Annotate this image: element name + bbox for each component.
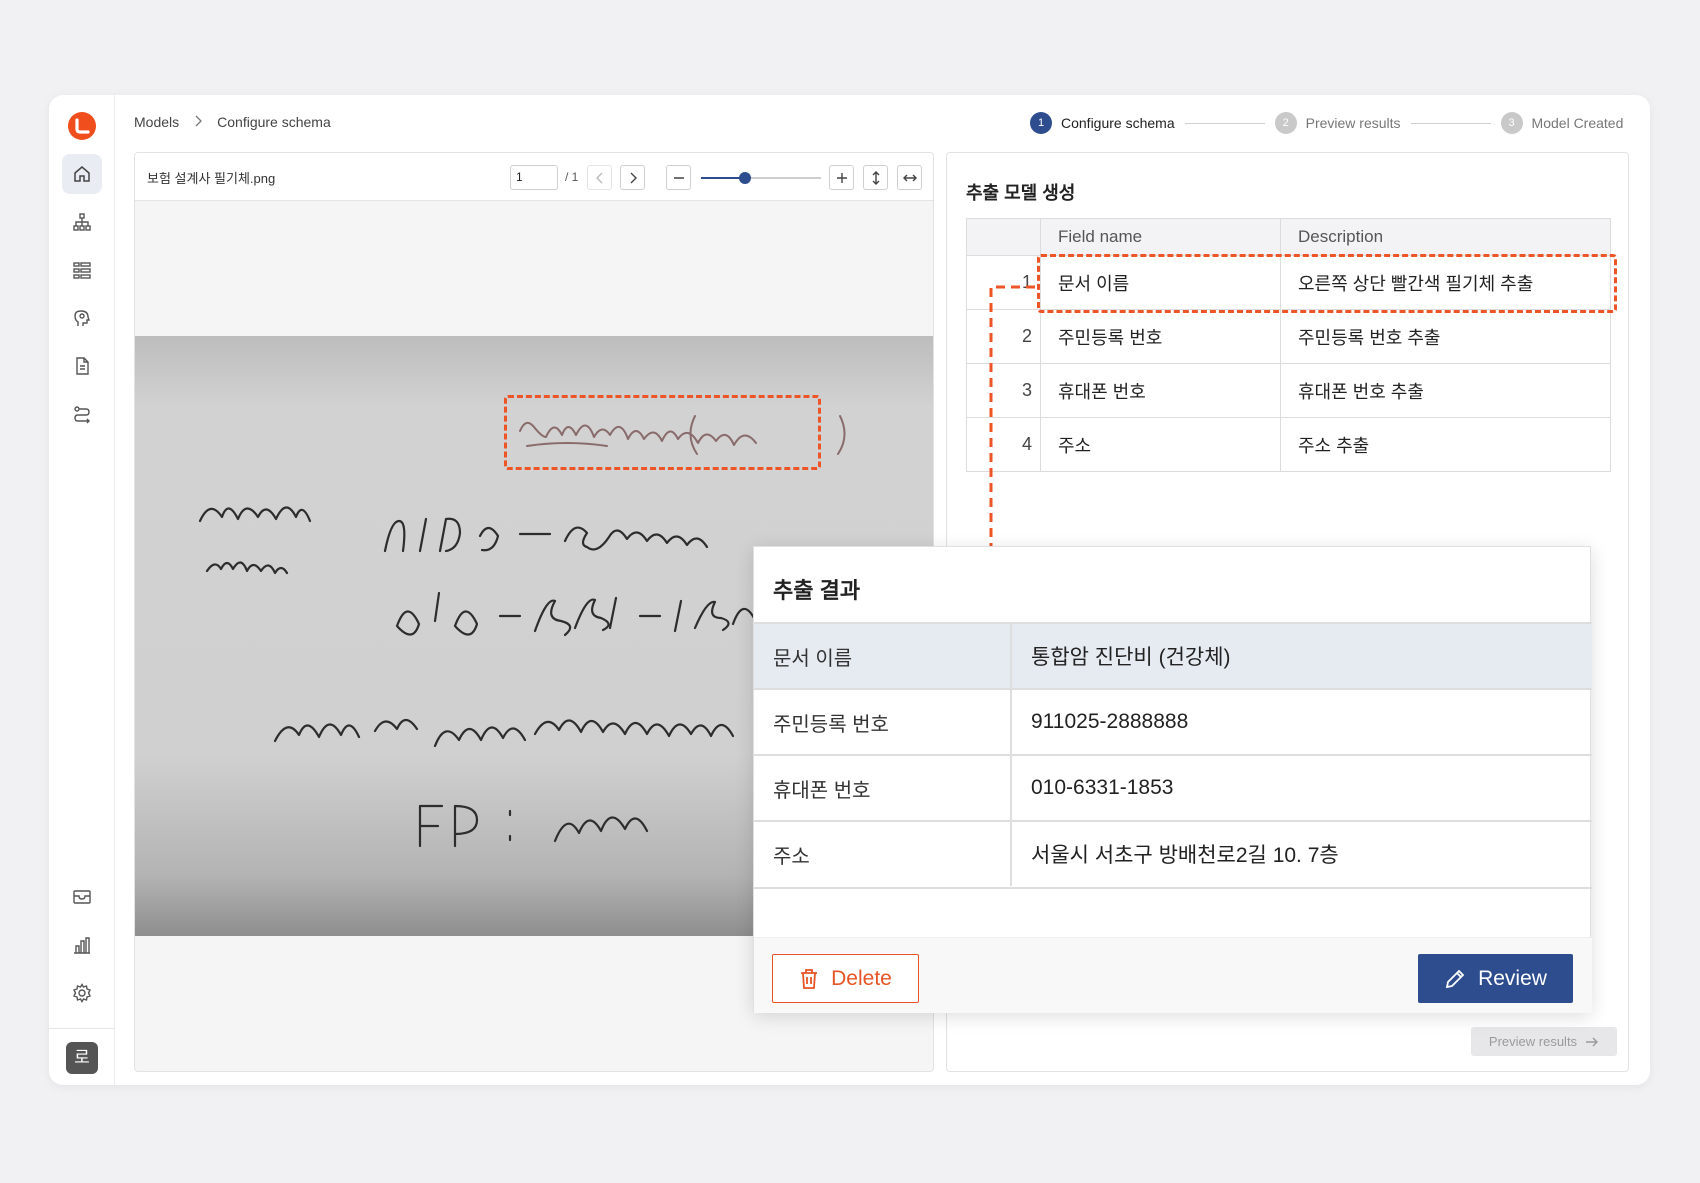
result-value: 서울시 서초구 방배천로2길 10. 7층: [1031, 844, 1339, 867]
result-key: 휴대폰 번호: [754, 756, 1012, 820]
nav-settings-icon[interactable]: [62, 973, 102, 1013]
schema-panel-title: 추출 모델 생성: [966, 183, 1076, 203]
delete-button[interactable]: Delete: [772, 954, 919, 1003]
description-cell[interactable]: 휴대폰 번호 추출: [1280, 363, 1611, 418]
progress-stepper: 1 Configure schema 2 Preview results 3 M…: [1030, 112, 1623, 134]
nav-grid-icon[interactable]: [62, 250, 102, 290]
preview-results-label: Preview results: [1488, 1034, 1578, 1049]
avatar[interactable]: 로: [66, 1042, 98, 1074]
field-name-cell[interactable]: 주민등록 번호: [1040, 309, 1281, 364]
step-2-circle: 2: [1274, 112, 1297, 134]
breadcrumb-current: Configure schema: [217, 114, 331, 130]
sidebar: 로: [49, 95, 115, 1085]
result-key: 주민등록 번호: [754, 690, 1012, 754]
result-row: 휴대폰 번호 010-6331-1853: [754, 754, 1592, 820]
nav-inbox-icon[interactable]: [62, 877, 102, 917]
result-title: 추출 결과: [773, 578, 861, 603]
row-index: 4: [966, 417, 1041, 472]
fit-width-button[interactable]: [897, 165, 922, 190]
review-button[interactable]: Review: [1418, 954, 1573, 1003]
schema-row[interactable]: 2 주민등록 번호 주민등록 번호 추출: [966, 309, 1611, 364]
row-index: 3: [966, 363, 1041, 418]
header-field-name: Field name: [1040, 218, 1281, 256]
description-cell[interactable]: 주민등록 번호 추출: [1280, 309, 1611, 364]
result-value: 통합암 진단비 (건강체): [1031, 646, 1231, 669]
result-row: 주소 서울시 서초구 방배천로2길 10. 7층: [754, 820, 1592, 886]
result-row: 문서 이름 통합암 진단비 (건강체): [754, 622, 1592, 688]
row-index: 1: [966, 255, 1041, 310]
nav-chart-icon[interactable]: [62, 925, 102, 965]
pencil-icon: [1445, 969, 1465, 988]
extraction-result-card: 추출 결과 문서 이름 통합암 진단비 (건강체) 주민등록 번호 911025…: [753, 546, 1592, 1013]
header-index: [966, 218, 1041, 256]
logo-icon[interactable]: [68, 112, 96, 140]
result-value: 911025-2888888: [1031, 710, 1189, 733]
result-footer: Delete Review: [754, 937, 1592, 1013]
zoom-out-button[interactable]: [666, 165, 691, 190]
field-name-cell[interactable]: 휴대폰 번호: [1040, 363, 1281, 418]
schema-row-highlight: [1037, 254, 1617, 313]
zoom-slider-thumb[interactable]: [739, 172, 751, 184]
trash-icon: [801, 968, 818, 989]
schema-row[interactable]: 4 주소 주소 추출: [966, 417, 1611, 472]
file-name: 보험 설계사 필기체.png: [147, 171, 276, 186]
step-connector: [1184, 122, 1265, 124]
schema-row[interactable]: 3 휴대폰 번호 휴대폰 번호 추출: [966, 363, 1611, 418]
step-connector: [1410, 122, 1491, 124]
prev-page-button[interactable]: [587, 165, 612, 190]
page-total: / 1: [565, 170, 579, 184]
nav-home-icon[interactable]: [62, 154, 102, 194]
schema-table-header: Field name Description: [966, 218, 1611, 256]
next-page-button[interactable]: [620, 165, 645, 190]
delete-label: Delete: [831, 966, 892, 990]
fit-height-button[interactable]: [863, 165, 888, 190]
app-window: 로 Models Configure schema 1 Configure sc…: [49, 95, 1650, 1085]
nav-hierarchy-icon[interactable]: [62, 202, 102, 242]
breadcrumb-models-link[interactable]: Models: [134, 114, 179, 130]
result-row: 주민등록 번호 911025-2888888: [754, 688, 1592, 754]
step-2-label: Preview results: [1305, 115, 1401, 131]
result-key: 주소: [754, 822, 1012, 886]
nav-workflow-icon[interactable]: [62, 394, 102, 434]
step-3-label: Model Created: [1531, 115, 1624, 131]
page-number-input[interactable]: 1: [510, 165, 558, 190]
nav-document-icon[interactable]: [62, 346, 102, 386]
breadcrumb: Models Configure schema: [134, 114, 331, 130]
result-divider: [754, 887, 1592, 889]
preview-results-button[interactable]: Preview results: [1471, 1027, 1617, 1056]
result-key: 문서 이름: [754, 624, 1012, 688]
arrow-right-icon: [1586, 1037, 1599, 1046]
step-1-circle: 1: [1030, 112, 1052, 134]
chevron-right-icon: [193, 114, 203, 130]
header-description: Description: [1280, 218, 1611, 256]
nav-ai-head-icon[interactable]: [62, 298, 102, 338]
description-cell[interactable]: 주소 추출: [1280, 417, 1611, 472]
row-index: 2: [966, 309, 1041, 364]
zoom-in-button[interactable]: [829, 165, 854, 190]
viewer-toolbar: 보험 설계사 필기체.png 1 / 1: [135, 153, 933, 201]
step-3-circle: 3: [1500, 112, 1523, 134]
field-name-cell[interactable]: 주소: [1040, 417, 1281, 472]
review-label: Review: [1478, 966, 1547, 990]
zoom-slider[interactable]: [701, 172, 821, 184]
sidebar-divider: [49, 1028, 115, 1029]
result-value: 010-6331-1853: [1031, 776, 1174, 799]
document-title-highlight: [504, 395, 821, 470]
step-1-label: Configure schema: [1061, 115, 1175, 131]
